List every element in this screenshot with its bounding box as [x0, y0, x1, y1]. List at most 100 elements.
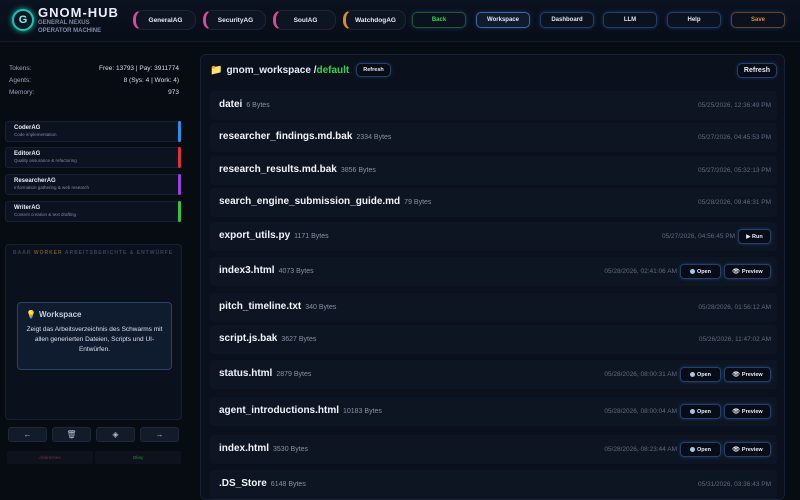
arrow-right-icon: →	[155, 430, 164, 439]
agent-color-bar	[178, 147, 181, 168]
dashboard-button[interactable]: Dashboard	[540, 12, 594, 28]
top-bar: G GNOM-HUB GENERAL NEXUS OPERATOR MACHIN…	[0, 0, 800, 42]
file-name: .DS_Store	[219, 478, 267, 489]
agent-name: ResearcherAG	[14, 178, 56, 184]
file-date: 05/26/2026, 11:47:02 AM	[698, 336, 771, 343]
file-row[interactable]: research_results.md.bak 3856 Bytes 05/27/…	[210, 156, 777, 185]
eye-icon: 👁	[732, 409, 740, 415]
agent-card-researcherag[interactable]: ResearcherAG Information gathering & web…	[5, 174, 181, 195]
agent-card-editorag[interactable]: EditorAG Quality assurance & refactoring	[5, 147, 181, 168]
cancel-button[interactable]: Abbrechen	[7, 451, 93, 464]
globe-icon	[689, 269, 695, 274]
delete-button[interactable]: 🗑	[52, 427, 91, 442]
file-date: 05/31/2026, 03:36:43 PM	[697, 481, 771, 488]
file-size: 2334 Bytes	[356, 134, 392, 141]
file-name: status.html	[219, 368, 273, 379]
file-size: 6 Bytes	[246, 102, 270, 109]
tokens-label: Tokens:	[9, 64, 32, 72]
file-size: 3627 Bytes	[281, 336, 317, 343]
file-date: 05/28/2026, 08:00:31 AM	[604, 371, 677, 378]
tab-securityag[interactable]: SecurityAG	[203, 10, 266, 30]
open-button[interactable]: Open	[680, 264, 721, 279]
preview-button[interactable]: 👁 Preview	[724, 264, 771, 279]
run-button[interactable]: ▶ Run	[738, 229, 771, 244]
file-name: script.js.bak	[219, 333, 278, 344]
file-name: research_results.md.bak	[219, 164, 337, 175]
agent-color-bar	[178, 201, 181, 222]
okay-button[interactable]: Okay	[95, 451, 181, 464]
file-date: 05/27/2026, 05:32:13 PM	[697, 167, 771, 174]
preview-button[interactable]: 👁 Preview	[724, 442, 771, 457]
refresh-button[interactable]: Refresh	[356, 63, 391, 77]
open-button[interactable]: Open	[680, 404, 721, 419]
file-row[interactable]: index.html 3530 Bytes 05/28/2026, 08:23:4…	[210, 435, 777, 464]
agent-desc: Information gathering & web research	[14, 185, 90, 190]
file-row[interactable]: status.html 2879 Bytes 05/28/2026, 08:00:…	[210, 360, 777, 389]
file-name: index.html	[219, 443, 270, 454]
file-size: 340 Bytes	[305, 304, 337, 311]
eye-icon: 👁	[732, 447, 740, 453]
prev-button[interactable]: ←	[8, 427, 47, 442]
file-row[interactable]: export_utils.py 1171 Bytes 05/27/2026, 04…	[210, 222, 777, 251]
preview-button[interactable]: 👁 Preview	[724, 404, 771, 419]
worker-word: WORKER	[33, 250, 63, 256]
next-button[interactable]: →	[140, 427, 179, 442]
file-row[interactable]: agent_introductions.html 10183 Bytes 05/2…	[210, 397, 777, 426]
agent-card-coderag[interactable]: CoderAG Code implementation	[5, 121, 181, 142]
llm-button[interactable]: LLM	[603, 12, 657, 28]
agent-color-bar	[178, 121, 181, 142]
preview-button[interactable]: 👁 Preview	[724, 367, 771, 382]
open-label: Open	[696, 446, 712, 453]
file-row[interactable]: datei 6 Bytes 05/25/2026, 12:36:49 PM	[210, 91, 777, 120]
tab-soulag[interactable]: SoulAG	[273, 10, 336, 30]
memory-value: 973	[168, 88, 179, 96]
file-name: pitch_timeline.txt	[219, 301, 302, 312]
back-button[interactable]: Back	[412, 12, 466, 28]
open-button[interactable]: Open	[680, 367, 721, 382]
file-date: 05/27/2026, 04:56:45 PM	[661, 233, 735, 240]
help-button[interactable]: Help	[667, 12, 721, 28]
app-title: GNOM-HUB	[38, 5, 119, 20]
file-size: 3856 Bytes	[340, 167, 376, 174]
file-row[interactable]: researcher_findings.md.bak 2334 Bytes 05/…	[210, 123, 777, 152]
workspace-header: 📁 gnom_workspace /default Refresh	[210, 63, 391, 77]
file-name: datei	[219, 99, 243, 110]
agent-desc: Content creation & text drafting	[14, 212, 77, 217]
workspace-button[interactable]: Workspace	[476, 12, 530, 28]
file-name: agent_introductions.html	[219, 405, 339, 416]
file-date: 05/28/2026, 09:46:31 PM	[697, 199, 771, 206]
preview-label: Preview	[741, 371, 763, 378]
memory-label: Memory:	[9, 88, 35, 96]
agent-card-writerag[interactable]: WriterAG Content creation & text draftin…	[5, 201, 181, 222]
worker-header: BAAR WORKER ARBEITSBERICHTE & ENTWÜRFE	[13, 250, 173, 256]
open-button[interactable]: Open	[680, 442, 721, 457]
file-date: 05/28/2026, 08:00:04 AM	[604, 408, 677, 415]
file-row[interactable]: search_engine_submission_guide.md 79 Byte…	[210, 188, 777, 217]
open-label: Open	[696, 268, 712, 275]
workspace-info-box: 💡 Workspace Zeigt das Arbeitsverzeichnis…	[17, 302, 172, 370]
file-date: 05/28/2026, 08:23:44 AM	[604, 446, 677, 453]
file-date: 05/25/2026, 12:36:49 PM	[697, 102, 771, 109]
tab-generalag[interactable]: GeneralAG	[133, 10, 196, 30]
save-button[interactable]: Save	[731, 12, 785, 28]
tab-watchdogag[interactable]: WatchdogAG	[343, 10, 406, 30]
agent-desc: Code implementation	[14, 132, 57, 137]
file-row[interactable]: index3.html 4073 Bytes 05/28/2026, 02:41:…	[210, 257, 777, 286]
file-row[interactable]: pitch_timeline.txt 340 Bytes 05/28/2026, …	[210, 293, 777, 322]
refresh-right-button[interactable]: Refresh	[736, 63, 777, 78]
eye-icon: 👁	[732, 269, 740, 275]
layers-button[interactable]: ◈	[96, 427, 135, 442]
file-row[interactable]: script.js.bak 3627 Bytes 05/26/2026, 11:4…	[210, 325, 777, 354]
worker-prefix: BAAR	[13, 250, 32, 256]
trash-icon: 🗑	[66, 430, 77, 439]
globe-icon	[689, 409, 695, 414]
workspace-default: default	[316, 64, 350, 76]
agent-name: CoderAG	[14, 125, 41, 131]
worker-panel: BAAR WORKER ARBEITSBERICHTE & ENTWÜRFE 💡…	[5, 244, 182, 420]
agent-desc: Quality assurance & refactoring	[14, 158, 77, 163]
preview-label: Preview	[741, 268, 763, 275]
file-size: 3530 Bytes	[273, 446, 309, 453]
file-date: 05/28/2026, 01:56:12 AM	[698, 304, 771, 311]
globe-icon	[689, 372, 695, 377]
file-row[interactable]: .DS_Store 6148 Bytes 05/31/2026, 03:36:43…	[210, 470, 777, 499]
